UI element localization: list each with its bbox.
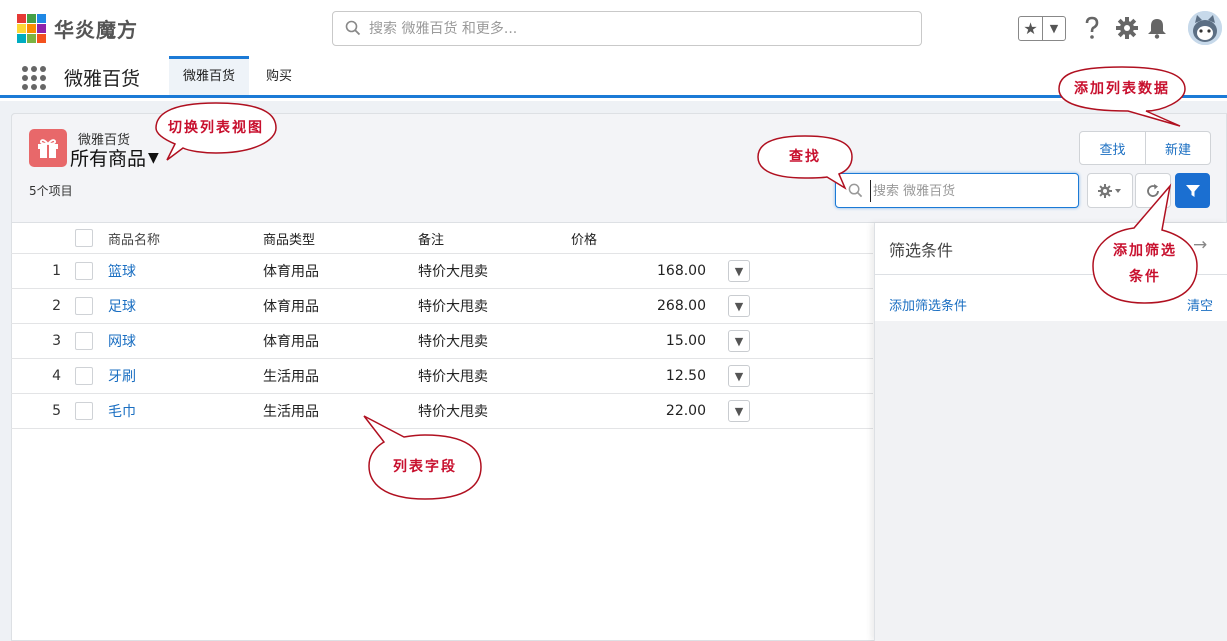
record-note: 特价大甩卖 xyxy=(418,264,488,280)
record-type: 生活用品 xyxy=(263,404,319,420)
item-count: 5个项目 xyxy=(29,184,73,198)
brand-name: 华炎魔方 xyxy=(54,18,138,42)
callout-find: 查找 xyxy=(757,135,853,190)
search-icon xyxy=(848,183,863,202)
list-view-switcher[interactable]: 所有商品 ▼ xyxy=(70,144,159,171)
list-settings-button[interactable] xyxy=(1087,173,1133,208)
table-row: 4 牙刷 生活用品 特价大甩卖 12.50 ▼ xyxy=(11,359,873,394)
filter-panel-title: 筛选条件 xyxy=(889,241,954,260)
callout-find-text: 查找 xyxy=(789,149,821,165)
record-note: 特价大甩卖 xyxy=(418,299,488,315)
search-icon xyxy=(345,20,361,40)
record-name-link[interactable]: 网球 xyxy=(108,331,136,351)
row-number: 2 xyxy=(52,298,61,314)
list-view-name[interactable]: 所有商品 xyxy=(70,144,146,171)
brand-logo-icon xyxy=(17,14,47,44)
row-actions-chevron-down-icon[interactable]: ▼ xyxy=(728,400,750,422)
record-type: 体育用品 xyxy=(263,299,319,315)
header-button-group: 查找 新建 xyxy=(1079,131,1211,165)
callout-switch-view: 切换列表视图 xyxy=(155,102,277,161)
table-row: 2 足球 体育用品 特价大甩卖 268.00 ▼ xyxy=(11,289,873,324)
find-button[interactable]: 查找 xyxy=(1080,132,1145,164)
callout-add-filter: 添加筛选 条件 xyxy=(1092,183,1198,304)
tab-weiya-store[interactable]: 微雅百货 xyxy=(169,56,250,95)
record-name-link[interactable]: 篮球 xyxy=(108,261,136,281)
record-price: 22.00 xyxy=(665,403,706,419)
chevron-down-icon[interactable]: ▼ xyxy=(1041,17,1065,40)
row-checkbox[interactable] xyxy=(75,332,93,350)
record-name-link[interactable]: 牙刷 xyxy=(108,366,136,386)
row-number: 1 xyxy=(52,263,61,279)
tab-purchase[interactable]: 购买 xyxy=(252,56,306,95)
record-note: 特价大甩卖 xyxy=(418,369,488,385)
global-search-input[interactable] xyxy=(367,18,907,40)
select-all-checkbox[interactable] xyxy=(75,229,93,247)
record-price: 168.00 xyxy=(657,263,706,279)
column-header-note[interactable]: 备注 xyxy=(418,223,444,253)
app-name: 微雅百货 xyxy=(64,68,141,90)
callout-add-data: 添加列表数据 xyxy=(1058,66,1186,127)
column-header-type[interactable]: 商品类型 xyxy=(263,223,315,253)
row-actions-chevron-down-icon[interactable]: ▼ xyxy=(728,365,750,387)
help-icon[interactable] xyxy=(1080,14,1104,42)
row-actions-chevron-down-icon[interactable]: ▼ xyxy=(728,260,750,282)
avatar[interactable] xyxy=(1188,11,1222,45)
callout-list-fields: 列表字段 xyxy=(363,415,482,500)
row-number: 3 xyxy=(52,333,61,349)
list-search-input[interactable] xyxy=(870,180,1070,202)
row-checkbox[interactable] xyxy=(75,402,93,420)
table-row: 1 篮球 体育用品 特价大甩卖 168.00 ▼ xyxy=(11,254,873,289)
callout-list-fields-text: 列表字段 xyxy=(393,459,457,475)
bell-icon[interactable] xyxy=(1145,14,1169,42)
table-header-row: 商品名称 商品类型 备注 价格 xyxy=(11,223,873,254)
record-type: 生活用品 xyxy=(263,369,319,385)
callout-switch-view-text: 切换列表视图 xyxy=(168,120,264,136)
callout-add-filter-line1: 添加筛选 xyxy=(1113,243,1177,259)
record-name-link[interactable]: 毛巾 xyxy=(108,401,136,421)
global-search-box[interactable] xyxy=(332,11,922,46)
row-actions-chevron-down-icon[interactable]: ▼ xyxy=(728,330,750,352)
row-checkbox[interactable] xyxy=(75,262,93,280)
table-row: 5 毛巾 生活用品 特价大甩卖 22.00 ▼ xyxy=(11,394,873,429)
app-launcher-icon[interactable] xyxy=(22,66,46,90)
callout-add-filter-line2: 条件 xyxy=(1129,269,1161,285)
record-note: 特价大甩卖 xyxy=(418,334,488,350)
record-name-link[interactable]: 足球 xyxy=(108,296,136,316)
callout-add-data-text: 添加列表数据 xyxy=(1074,81,1170,97)
row-checkbox[interactable] xyxy=(75,367,93,385)
row-number: 5 xyxy=(52,403,61,419)
new-button[interactable]: 新建 xyxy=(1145,132,1210,164)
record-price: 15.00 xyxy=(665,333,706,349)
callout-add-filter-text: 添加筛选 条件 xyxy=(1092,224,1198,304)
add-filter-condition-link[interactable]: 添加筛选条件 xyxy=(889,295,967,314)
row-actions-chevron-down-icon[interactable]: ▼ xyxy=(728,295,750,317)
app-nav-bar: 微雅百货 微雅百货 购买 xyxy=(0,56,1227,98)
record-note: 特价大甩卖 xyxy=(418,404,488,420)
favorites-button[interactable]: ★ ▼ xyxy=(1018,16,1066,41)
record-type: 体育用品 xyxy=(263,264,319,280)
list-search-box[interactable] xyxy=(835,173,1079,208)
record-price: 12.50 xyxy=(665,368,706,384)
star-icon[interactable]: ★ xyxy=(1019,17,1042,40)
row-checkbox[interactable] xyxy=(75,297,93,315)
record-price: 268.00 xyxy=(657,298,706,314)
global-header: 华炎魔方 ★ ▼ xyxy=(0,0,1227,56)
record-type: 体育用品 xyxy=(263,334,319,350)
table-row: 3 网球 体育用品 特价大甩卖 15.00 ▼ xyxy=(11,324,873,359)
gear-icon[interactable] xyxy=(1115,14,1139,42)
column-header-price[interactable]: 价格 xyxy=(571,223,706,253)
gift-icon xyxy=(29,129,67,167)
records-table: 商品名称 商品类型 备注 价格 1 篮球 体育用品 特价大甩卖 168.00 ▼… xyxy=(11,223,873,429)
filter-icon[interactable] xyxy=(1175,173,1210,208)
column-header-name[interactable]: 商品名称 xyxy=(108,223,160,253)
row-number: 4 xyxy=(52,368,61,384)
